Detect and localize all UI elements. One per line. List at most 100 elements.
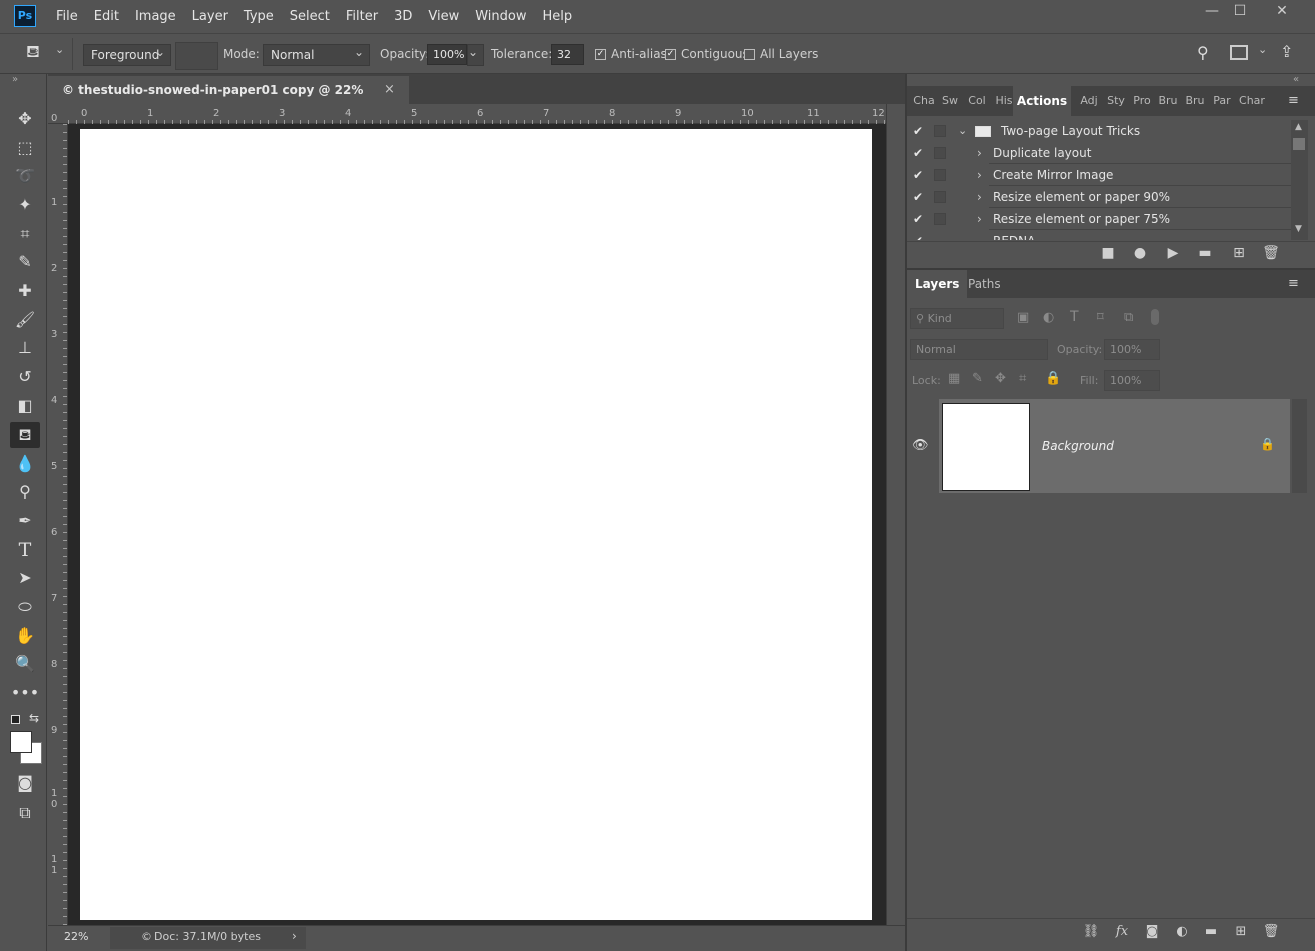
hand-tool-icon[interactable]: ✋ [10,623,40,649]
type-tool-icon[interactable]: T [10,537,40,563]
tab-styles[interactable]: Sty [1105,86,1127,116]
mode-select[interactable]: Normal [263,42,370,66]
dialog-toggle-box[interactable] [934,191,946,203]
dialog-toggle-box[interactable] [934,125,946,137]
dialog-toggle-box[interactable] [934,169,946,181]
trash-icon[interactable]: 🗑 [1260,924,1282,939]
lock-paint-icon[interactable]: ✎ [972,371,983,386]
close-icon[interactable]: ✕ [1266,0,1298,24]
layer-style-fx-icon[interactable]: fx [1111,924,1133,939]
dialog-toggle-box[interactable] [934,213,946,225]
blur-tool-icon[interactable]: 💧 [10,451,40,477]
eraser-tool-icon[interactable]: ◧ [10,393,40,419]
scroll-up-icon[interactable]: ▲ [1295,122,1302,132]
paint-bucket-tool-icon[interactable]: ⛾ [10,422,40,448]
chevron-right-icon[interactable]: › [977,186,982,208]
fill-source-select[interactable]: Foreground [83,42,171,66]
menu-image[interactable]: Image [127,0,184,33]
tab-color[interactable]: Col [965,86,989,116]
history-brush-tool-icon[interactable]: ↺ [10,364,40,390]
status-menu-icon[interactable]: › [292,929,297,943]
tab-paragraph[interactable]: Par [1211,86,1233,116]
move-tool-icon[interactable]: ✥ [10,106,40,132]
layers-scrollbar[interactable] [1292,399,1307,493]
filter-adjustment-icon[interactable]: ◐ [1043,310,1054,325]
toggle-item-icon[interactable]: ✔ [913,120,923,142]
chevron-down-icon[interactable]: ⌄ [958,120,967,142]
layer-name[interactable]: Background [1042,439,1114,453]
new-group-folder-icon[interactable]: ▬ [1200,924,1222,939]
menu-window[interactable]: Window [467,0,534,33]
lock-all-icon[interactable]: 🔒 [1045,371,1061,386]
magic-wand-tool-icon[interactable]: ✦ [10,192,40,218]
path-selection-tool-icon[interactable]: ➤ [10,565,40,591]
action-row[interactable]: ✔ › Resize element or paper 75% [907,208,1291,230]
eyedropper-tool-icon[interactable]: ✎ [10,249,40,275]
document-canvas[interactable] [80,129,872,920]
collapse-panels-icon[interactable]: « [1293,74,1299,85]
menu-3d[interactable]: 3D [386,0,420,33]
menu-help[interactable]: Help [535,0,581,33]
scroll-down-icon[interactable]: ▼ [1295,224,1302,234]
lasso-tool-icon[interactable]: ➰ [10,163,40,189]
tab-character[interactable]: Cha [913,86,935,116]
toggle-item-icon[interactable]: ✔ [913,164,923,186]
dodge-tool-icon[interactable]: ⚲ [10,479,40,505]
tab-brush-settings[interactable]: Bru [1184,86,1206,116]
anti-alias-checkbox[interactable]: ✓ [595,49,606,60]
brush-tool-icon[interactable]: 🖌 [10,307,40,333]
dialog-toggle-box[interactable] [934,147,946,159]
scroll-thumb[interactable] [1293,138,1305,150]
contiguous-checkbox[interactable]: ✓ [665,49,676,60]
toggle-item-icon[interactable]: ✔ [913,186,923,208]
chevron-down-icon[interactable]: ⌄ [55,43,64,56]
filter-type-icon[interactable]: T [1070,309,1079,325]
clone-stamp-tool-icon[interactable]: ⊥ [10,335,40,361]
filter-shape-icon[interactable]: ⌑ [1097,310,1104,325]
pen-tool-icon[interactable]: ✒ [10,508,40,534]
menu-select[interactable]: Select [282,0,338,33]
tab-adjustments[interactable]: Adj [1078,86,1100,116]
opacity-dropdown[interactable] [467,42,484,66]
new-action-icon[interactable]: ⊞ [1228,245,1250,261]
stop-icon[interactable]: ■ [1097,245,1119,261]
quick-mask-icon[interactable]: ◙ [10,770,40,796]
filter-smart-object-icon[interactable]: ⧉ [1124,310,1133,325]
toggle-item-icon[interactable]: ✔ [913,230,923,240]
paint-bucket-tool-preset-icon[interactable]: ⛾ [26,42,40,64]
actions-scrollbar[interactable]: ▲ ▼ [1291,120,1308,240]
tab-swatches[interactable]: Sw [939,86,961,116]
menu-edit[interactable]: Edit [86,0,127,33]
fill-input[interactable]: 100% [1104,370,1160,391]
menu-file[interactable]: File [48,0,86,33]
foreground-color-swatch[interactable] [10,731,32,753]
action-row[interactable]: ✔ › Resize element or paper 90% [907,186,1291,208]
more-tools-icon[interactable]: ••• [10,680,40,706]
visibility-eye-icon[interactable]: 👁 [912,438,929,453]
chevron-right-icon[interactable]: › [977,208,982,230]
tab-brushes[interactable]: Bru [1157,86,1179,116]
filter-toggle-icon[interactable] [1151,309,1159,325]
vertical-scrollbar[interactable] [886,104,905,925]
layer-row[interactable]: Background 🔒 [939,399,1290,493]
default-colors-icon[interactable] [11,715,20,724]
lock-position-icon[interactable]: ✥ [995,371,1006,386]
action-row[interactable]: ✔ › Create Mirror Image [907,164,1291,186]
ellipse-tool-icon[interactable]: ⬭ [10,594,40,620]
zoom-tool-icon[interactable]: 🔍 [10,651,40,677]
panel-menu-icon[interactable]: ≡ [1288,276,1299,291]
lock-transparent-icon[interactable]: ▦ [948,371,960,386]
marquee-tool-icon[interactable]: ⬚ [10,135,40,161]
chevron-right-icon[interactable]: › [977,142,982,164]
healing-brush-tool-icon[interactable]: ✚ [10,278,40,304]
screen-mode-icon[interactable]: ⧉ [10,800,40,826]
new-fill-adjustment-icon[interactable]: ◐ [1171,924,1193,939]
tolerance-input[interactable]: 32 [551,44,584,65]
panel-menu-icon[interactable]: ≡ [1288,93,1299,108]
trash-icon[interactable]: 🗑 [1260,245,1282,261]
tab-paths[interactable]: Paths [960,270,1009,298]
opacity-input[interactable]: 100% [427,44,467,65]
share-icon[interactable]: ⇪ [1280,42,1293,61]
record-icon[interactable]: ● [1129,245,1151,261]
tab-actions[interactable]: Actions [1013,86,1071,116]
